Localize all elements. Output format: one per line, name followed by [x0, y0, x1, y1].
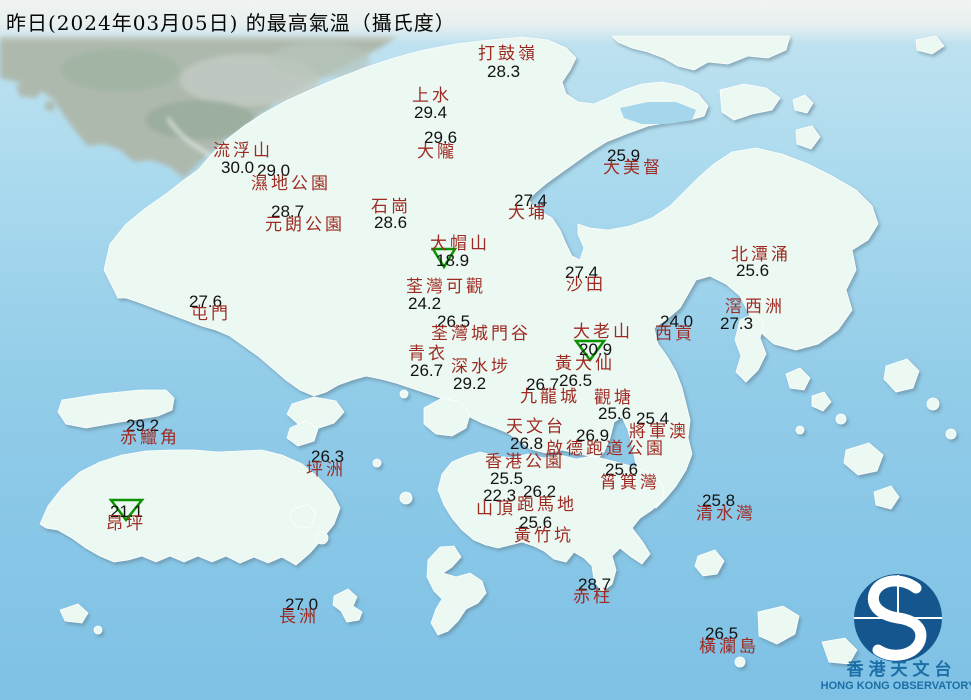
- station-name: 深水埗: [451, 359, 511, 376]
- station-name: 香港公園: [485, 454, 565, 471]
- station-value: 24.2: [408, 295, 441, 312]
- station-value: 29.4: [414, 104, 447, 121]
- station-name: 大老山: [573, 324, 633, 341]
- station-name: 上水: [412, 88, 452, 105]
- station-name: 清水灣: [696, 506, 756, 523]
- station-name: 赤鱲角: [120, 430, 180, 447]
- station-name: 大隴: [417, 144, 457, 161]
- station-name: 大美督: [603, 160, 663, 177]
- station-name: 昂坪: [106, 516, 146, 533]
- map-title: 昨日(2024年03月05日) 的最高氣溫（攝氏度）: [6, 7, 456, 36]
- station-name: 北潭涌: [731, 247, 791, 264]
- stations-layer: 28.3打鼓嶺29.4上水29.6大隴30.0流浮山29.0濕地公園28.7元朗…: [0, 0, 971, 700]
- station-value: 26.7: [410, 362, 443, 379]
- station-name: 滘西洲: [725, 299, 785, 316]
- station-name: 大帽山: [430, 236, 490, 253]
- station-value: 25.5: [490, 470, 523, 487]
- station-name: 青衣: [408, 346, 448, 363]
- station-value: 26.8: [510, 435, 543, 452]
- station-value: 30.0: [221, 159, 254, 176]
- station-name: 黃大仙: [555, 356, 615, 373]
- station-name: 屯門: [191, 306, 231, 323]
- station-name: 打鼓嶺: [478, 46, 538, 63]
- station-name: 天文台: [506, 419, 566, 436]
- station-name: 跑馬地: [517, 497, 577, 514]
- station-name: 橫瀾島: [699, 639, 759, 656]
- station-name: 坪洲: [306, 462, 346, 479]
- station-value: 29.2: [453, 375, 486, 392]
- station-name: 觀塘: [594, 390, 634, 407]
- station-name: 荃灣可觀: [406, 279, 486, 296]
- station-value: 18.9: [436, 252, 469, 269]
- station-value: 27.3: [720, 315, 753, 332]
- station-name: 流浮山: [213, 143, 273, 160]
- station-name: 九龍城: [520, 389, 580, 406]
- station-name: 山頂: [476, 501, 516, 518]
- station-name: 長洲: [279, 609, 319, 626]
- station-name: 石崗: [371, 199, 411, 216]
- station-name: 赤柱: [573, 589, 613, 606]
- hko-logo-name-en: HONG KONG OBSERVATORY: [818, 681, 971, 692]
- hko-logo-name-cn: 香港天文台: [828, 662, 970, 679]
- station-name: 西貢: [655, 326, 695, 343]
- station-name: 筲箕灣: [600, 475, 660, 492]
- hko-max-temp-map: 昨日(2024年03月05日) 的最高氣溫（攝氏度） 28.3打鼓嶺 29.4上水…: [0, 0, 971, 700]
- station-value: 28.3: [487, 63, 520, 80]
- station-name: 元朗公園: [265, 217, 345, 234]
- station-name: 荃灣城門谷: [431, 326, 531, 343]
- station-name: 濕地公園: [251, 176, 331, 193]
- station-name: 大埔: [508, 205, 548, 222]
- station-name: 黃竹坑: [514, 528, 574, 545]
- station-name: 沙田: [566, 277, 606, 294]
